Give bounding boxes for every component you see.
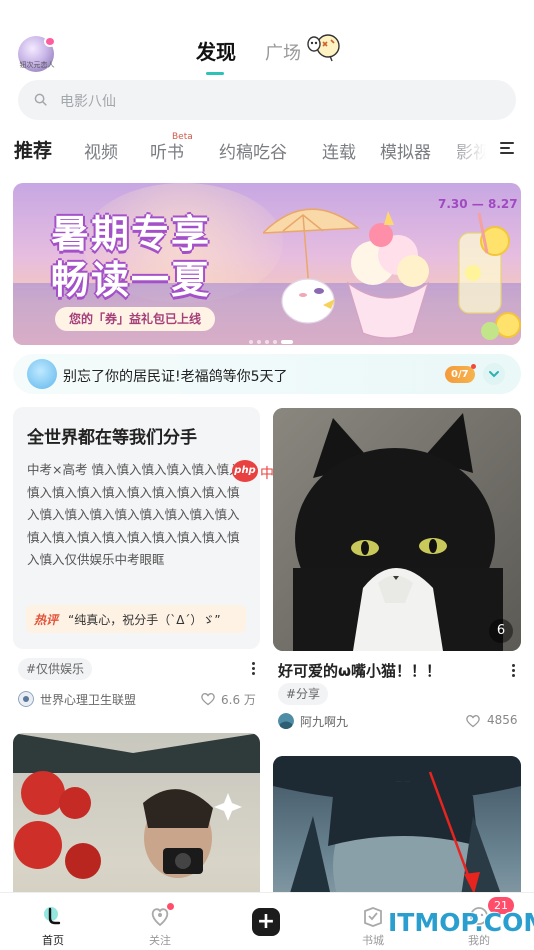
cat-sticker-icon xyxy=(307,34,340,62)
post-caption: 好可爱的ω嘴小猫！！！ xyxy=(278,662,442,680)
more-options-icon[interactable] xyxy=(252,662,256,676)
follow-unread-dot xyxy=(167,903,174,910)
expand-chevron-icon[interactable] xyxy=(483,363,505,385)
author-name[interactable]: 阿九啊九 xyxy=(300,713,348,730)
heart-outline-icon[interactable] xyxy=(465,713,481,728)
more-options-icon[interactable] xyxy=(512,664,516,678)
banner-pager xyxy=(249,329,309,344)
like-count: 6.6 万 xyxy=(221,693,256,707)
bookshelf-icon xyxy=(364,907,382,927)
avatar-caption: 钮次元恋人 xyxy=(19,61,55,69)
text-post-card[interactable]: 全世界都在等我们分手 中考×高考 慎入慎入慎入慎入慎入慎入慎入慎入慎入慎入慎入慎… xyxy=(13,407,260,649)
hot-comment-label: 热评 xyxy=(34,613,59,627)
top-header: 钮次元恋人 发现 广场 xyxy=(0,0,534,76)
heart-icon xyxy=(44,36,56,47)
hot-comment[interactable]: 热评 “纯真心，祝分手（`Δ´）ゞ” xyxy=(26,605,246,633)
search-input[interactable]: 电影八仙 xyxy=(18,80,516,120)
tab-discover[interactable]: 发现 xyxy=(196,36,236,65)
author-name[interactable]: 世界心理卫生联盟 xyxy=(40,691,136,708)
tab-square[interactable]: 广场 xyxy=(265,39,301,65)
image-count-badge: 6 xyxy=(489,619,513,643)
add-post-button[interactable]: + xyxy=(252,908,280,936)
notice-progress-badge: 0/7 xyxy=(445,366,475,383)
resident-notice-bar[interactable]: 别忘了你的居民证!老福鸽等你5天了 0/7 xyxy=(13,354,521,394)
category-tabs: 推荐 视频 听书 Beta 约稿吃谷 连载 模拟器 影视 xyxy=(0,132,534,166)
nav-home-label: 首页 xyxy=(42,934,64,947)
category-tab-serial[interactable]: 连载 xyxy=(322,138,356,163)
nav-follow[interactable]: 关注 xyxy=(125,893,195,950)
post-excerpt: 中考×高考 慎入慎入慎入慎入慎入慎入慎入慎入慎入慎入慎入慎入慎入慎入慎入慎入慎入… xyxy=(27,462,242,567)
author-avatar[interactable] xyxy=(18,691,34,707)
category-tab-simulator[interactable]: 模拟器 xyxy=(380,138,431,163)
itmop-watermark: ITMOP.COM xyxy=(388,908,534,937)
cat-photo xyxy=(273,408,521,651)
beta-badge: Beta xyxy=(172,132,193,142)
banner-subtitle: 您的「券」益礼包已上线 xyxy=(55,307,216,331)
post-tag[interactable]: #分享 xyxy=(278,683,329,705)
banner-date-range: 7.30 — 8.27 xyxy=(438,197,518,211)
search-icon xyxy=(34,93,47,106)
author-avatar[interactable] xyxy=(278,713,294,729)
category-fade xyxy=(446,132,496,166)
category-tab-commission[interactable]: 约稿吃谷 xyxy=(219,138,287,163)
like-count: 4856 xyxy=(487,713,518,727)
post-title: 全世界都在等我们分手 xyxy=(27,428,197,448)
category-menu-icon[interactable] xyxy=(500,142,514,156)
unread-dot xyxy=(471,364,476,369)
summer-illustration xyxy=(263,208,521,340)
image-post-card[interactable]: 6 xyxy=(273,408,521,651)
search-placeholder: 电影八仙 xyxy=(60,94,116,110)
post-tag[interactable]: #仅供娱乐 xyxy=(18,658,93,680)
category-tab-video[interactable]: 视频 xyxy=(84,138,118,163)
category-tab-recommend[interactable]: 推荐 xyxy=(14,136,52,163)
php-logo: php xyxy=(232,460,258,482)
heart-outline-icon[interactable] xyxy=(200,691,216,706)
pigeon-mascot-icon xyxy=(27,359,57,389)
notice-text: 别忘了你的居民证!老福鸽等你5天了 xyxy=(63,369,288,385)
nav-home[interactable]: 首页 xyxy=(18,893,88,950)
promo-banner[interactable]: 暑期专享 畅读一夏 您的「券」益礼包已上线 7.30 — 8.27 xyxy=(13,183,521,345)
banner-title-line2: 畅读一夏 xyxy=(51,258,212,302)
nav-follow-label: 关注 xyxy=(149,934,171,947)
tab-active-indicator xyxy=(206,72,224,75)
home-icon xyxy=(44,907,61,925)
hot-comment-text: “纯真心，祝分手（`Δ´）ゞ” xyxy=(68,613,221,627)
annotation-arrow-icon xyxy=(428,771,480,894)
